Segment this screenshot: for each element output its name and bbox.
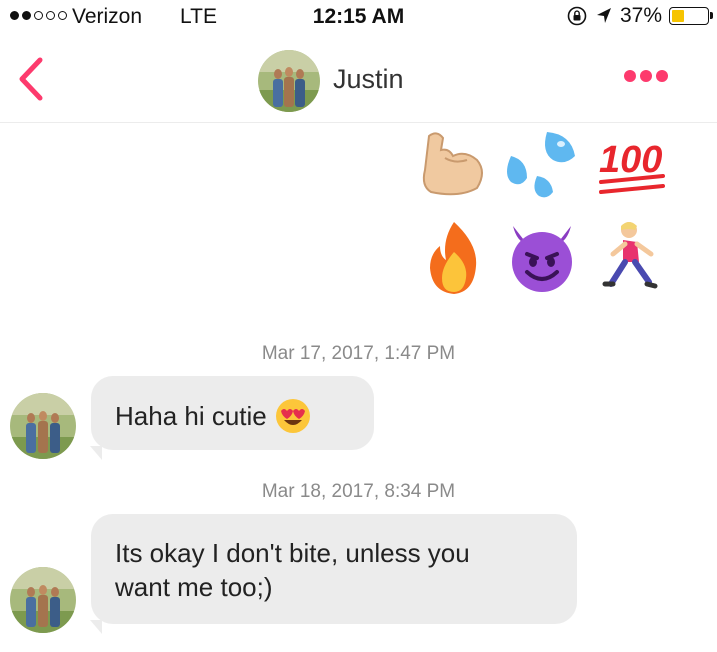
more-options-button[interactable]	[624, 70, 668, 82]
status-right-group: 37%	[566, 4, 713, 28]
back-button[interactable]	[12, 54, 52, 104]
person-running-icon	[602, 222, 658, 289]
battery-icon	[669, 7, 713, 25]
sender-avatar[interactable]	[10, 567, 76, 633]
battery-level-fill	[672, 10, 685, 22]
orientation-lock-icon	[567, 6, 587, 26]
contact-avatar[interactable]	[258, 50, 320, 112]
message-text-line: want me too;)	[115, 572, 273, 602]
status-bar: Verizon LTE 12:15 AM 37%	[0, 0, 717, 40]
message-text: Haha hi cutie	[115, 401, 267, 431]
fire-icon	[430, 222, 477, 294]
heart-eyes-emoji-icon	[275, 399, 310, 433]
message-timestamp: Mar 17, 2017, 1:47 PM	[261, 343, 456, 364]
contact-name[interactable]: Justin	[333, 64, 404, 95]
more-dots-icon	[656, 70, 668, 82]
incoming-message-bubble[interactable]: Haha hi cutie	[91, 376, 374, 450]
chevron-left-icon	[19, 57, 43, 101]
hundred-points-icon: 100	[599, 139, 665, 194]
message-timestamp: Mar 18, 2017, 8:34 PM	[261, 481, 456, 502]
more-dots-icon	[640, 70, 652, 82]
message-text-line: Its okay I don't bite, unless you	[115, 538, 470, 568]
chat-header: Justin	[0, 40, 717, 123]
svg-text:100: 100	[599, 139, 662, 181]
incoming-message-bubble[interactable]: Its okay I don't bite, unless you want m…	[91, 514, 577, 624]
location-arrow-icon	[596, 8, 611, 23]
battery-nub	[710, 12, 713, 19]
bubble-tail	[90, 620, 102, 634]
sweat-droplets-icon	[507, 132, 575, 198]
battery-percent: 37%	[619, 4, 662, 27]
outgoing-emoji-message[interactable]: 100	[415, 126, 675, 302]
smiling-face-with-horns-icon	[512, 226, 572, 292]
bubble-tail	[90, 446, 102, 460]
sender-avatar[interactable]	[10, 393, 76, 459]
flexed-biceps-icon	[422, 132, 483, 196]
more-dots-icon	[624, 70, 636, 82]
